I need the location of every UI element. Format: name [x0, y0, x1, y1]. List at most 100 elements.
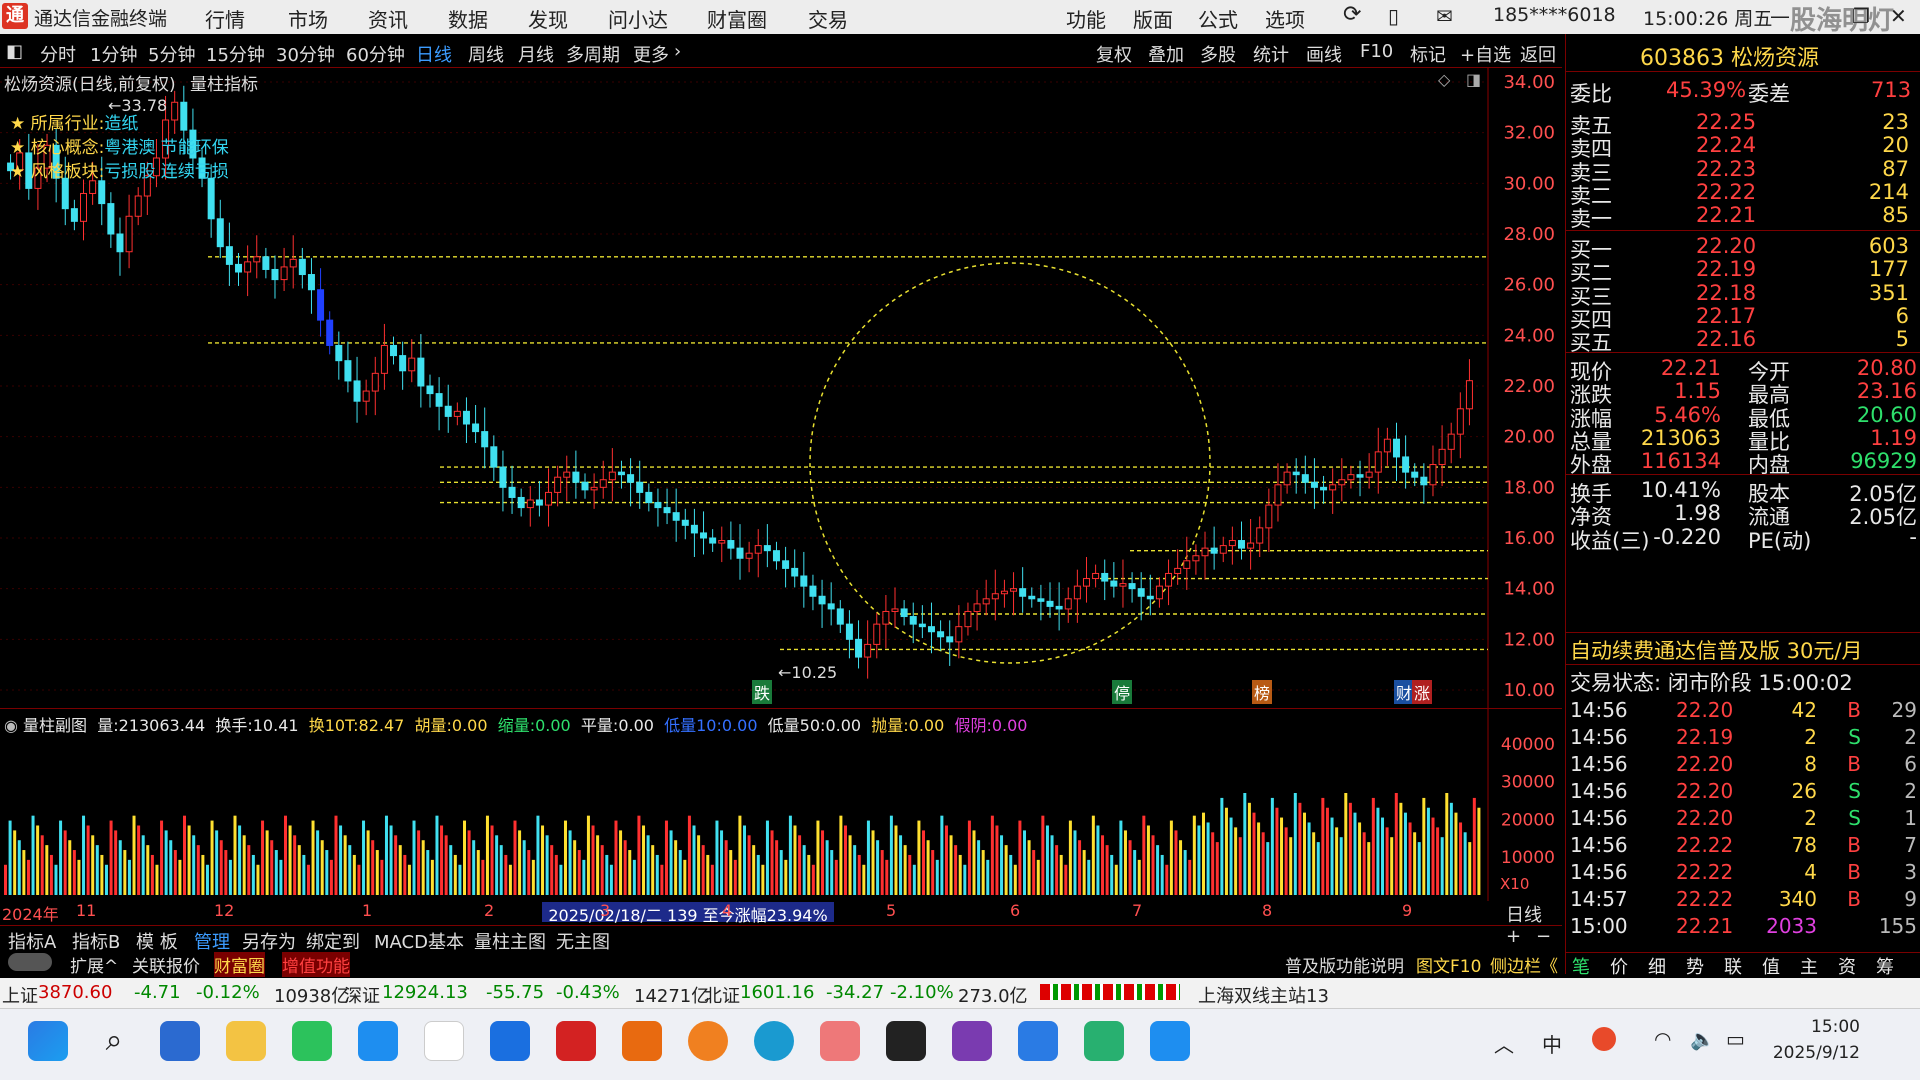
toolbar-button[interactable]: 返回 — [1520, 41, 1556, 67]
toolbar-button[interactable]: +自选 — [1460, 41, 1511, 67]
tab-wealth-circle[interactable]: 财富圈 — [214, 952, 265, 977]
menu-formula[interactable]: 公式 — [1198, 4, 1238, 33]
tab-link[interactable]: 联 — [1724, 953, 1742, 979]
menu-wealth[interactable]: 财富圈 — [707, 4, 767, 33]
period-tab[interactable]: 分时 — [40, 41, 76, 67]
menu-discover[interactable]: 发现 — [528, 4, 568, 33]
toolbar-button[interactable]: 复权 — [1096, 41, 1132, 67]
taskbar-date[interactable]: 2025/9/12 — [1770, 1043, 1860, 1063]
tdx-app-icon[interactable] — [556, 1021, 596, 1061]
ime-indicator[interactable]: 中 — [1542, 1029, 1562, 1058]
sz-label[interactable]: 深证 — [344, 982, 380, 1008]
menu-ask[interactable]: 问小达 — [608, 4, 668, 33]
toolbar-button[interactable]: 统计 — [1253, 41, 1289, 67]
battery-icon[interactable]: ▭ — [1726, 1027, 1745, 1051]
edge-browser-icon[interactable] — [754, 1021, 794, 1061]
taskbar-app-icon[interactable] — [1084, 1021, 1124, 1061]
menu-market[interactable]: 市场 — [288, 4, 328, 33]
period-tab-active[interactable]: 日线 — [416, 41, 452, 67]
volume-muted-icon[interactable]: 🔈 — [1690, 1027, 1715, 1051]
event-label[interactable]: 停 — [1112, 680, 1133, 704]
menu-options[interactable]: 选项 — [1265, 4, 1305, 33]
taskbar-app-icon[interactable] — [622, 1021, 662, 1061]
taskbar-app-icon[interactable] — [424, 1021, 464, 1061]
tab-chips[interactable]: 筹 — [1876, 953, 1894, 979]
toggle-switch[interactable] — [8, 953, 52, 971]
toolbar-button[interactable]: 多股 — [1200, 41, 1236, 67]
taskbar-app-icon[interactable] — [160, 1021, 200, 1061]
taskbar-app-icon[interactable] — [688, 1021, 728, 1061]
event-label[interactable]: 涨 — [1412, 680, 1433, 704]
event-label[interactable]: 财 — [1394, 680, 1415, 704]
taskbar-time[interactable]: 15:00 — [1780, 1017, 1860, 1037]
refresh-icon[interactable]: ⟳ — [1343, 2, 1361, 27]
period-tab[interactable]: 30分钟 — [276, 41, 335, 67]
sidebar-toggle-icon[interactable]: ◧ — [6, 41, 23, 62]
volume-canvas[interactable]: 40000 30000 20000 10000 — [0, 709, 1562, 901]
diamond-icon[interactable]: ◇ — [1438, 70, 1450, 89]
onenote-icon[interactable] — [952, 1021, 992, 1061]
tab-trend[interactable]: 势 — [1686, 953, 1704, 979]
period-tab[interactable]: 月线 — [518, 41, 554, 67]
volume-pane[interactable]: 40000 30000 20000 10000 ◉ 量柱副图 量:213063.44 … — [0, 708, 1562, 925]
help-link[interactable]: 普及版功能说明 — [1285, 952, 1404, 977]
period-tab[interactable]: 1分钟 — [90, 41, 137, 67]
period-tab-more[interactable]: 更多 — [633, 41, 669, 67]
windows-start-icon[interactable] — [28, 1021, 68, 1061]
toolbar-button[interactable]: 画线 — [1306, 41, 1342, 67]
wifi-icon[interactable]: ◠ — [1654, 1027, 1671, 1051]
bottom-period[interactable]: 日线 — [1506, 901, 1542, 927]
minus-icon[interactable]: − — [1536, 926, 1551, 947]
file-explorer-icon[interactable] — [226, 1021, 266, 1061]
mail-icon[interactable]: ✉ — [1436, 4, 1453, 28]
sticky-notes-icon[interactable] — [886, 1021, 926, 1061]
menu-data[interactable]: 数据 — [448, 4, 488, 33]
bz-label[interactable]: 北证 — [704, 982, 740, 1008]
panel-icon[interactable]: ◨ — [1466, 70, 1481, 89]
menu-news[interactable]: 资讯 — [368, 4, 408, 33]
period-tab[interactable]: 5分钟 — [148, 41, 195, 67]
chevron-right-icon[interactable]: › — [674, 41, 681, 62]
sh-label[interactable]: 上证 — [2, 982, 38, 1008]
chevron-up-icon[interactable]: ︿ — [1494, 1029, 1514, 1058]
toolbar-button[interactable]: 叠加 — [1148, 41, 1184, 67]
server-station[interactable]: 上海双线主站13 — [1198, 982, 1329, 1008]
toolbar-button[interactable]: 标记 — [1410, 41, 1446, 67]
event-label[interactable]: 榜 — [1252, 680, 1273, 704]
todo-icon[interactable] — [1018, 1021, 1058, 1061]
chart-canvas[interactable]: 34.00 32.00 30.00 28.00 26.00 24.00 22.00 20.00… — [0, 68, 1562, 708]
period-tab[interactable]: 多周期 — [566, 41, 620, 67]
taskbar-app-icon[interactable] — [358, 1021, 398, 1061]
menu-quotes[interactable]: 行情 — [205, 4, 245, 33]
tab-related-quote[interactable]: 关联报价 — [132, 952, 200, 977]
wechat-icon[interactable] — [292, 1021, 332, 1061]
f10-link[interactable]: 图文F10 — [1416, 952, 1481, 977]
period-tab[interactable]: 15分钟 — [206, 41, 265, 67]
tab-premium[interactable]: 增值功能 — [282, 952, 350, 977]
tab-detail[interactable]: 细 — [1648, 953, 1666, 979]
maximize-icon[interactable]: ❐ — [1852, 4, 1870, 28]
tab-price[interactable]: 价 — [1610, 953, 1628, 979]
plus-icon[interactable]: + — [1506, 926, 1521, 947]
event-label[interactable]: 跌 — [752, 680, 773, 704]
tab-trades[interactable]: 笔 — [1572, 953, 1590, 979]
menu-trade[interactable]: 交易 — [808, 4, 848, 33]
taskbar-app-icon[interactable] — [490, 1021, 530, 1061]
candlestick-chart[interactable]: 34.00 32.00 30.00 28.00 26.00 24.00 22.00 20.00… — [0, 68, 1562, 708]
tab-fund[interactable]: 资 — [1838, 953, 1856, 979]
search-icon[interactable]: ⌕ — [94, 1021, 134, 1061]
sogou-icon[interactable] — [1592, 1027, 1616, 1051]
period-tab[interactable]: 周线 — [468, 41, 504, 67]
promo-bar[interactable]: 自动续费通达信普及版 30元/月 — [1566, 632, 1920, 663]
account-id[interactable]: 185****6018 — [1493, 4, 1616, 26]
taskbar-app-icon[interactable] — [1150, 1021, 1190, 1061]
period-tab[interactable]: 60分钟 — [346, 41, 405, 67]
toolbar-button[interactable]: F10 — [1360, 41, 1393, 62]
menu-layout[interactable]: 版面 — [1133, 4, 1173, 33]
close-icon[interactable]: ✕ — [1890, 4, 1907, 28]
phone-icon[interactable]: ▯ — [1388, 4, 1399, 28]
minimize-icon[interactable]: — — [1770, 4, 1790, 28]
tab-main[interactable]: 主 — [1800, 953, 1818, 979]
sidebar-link[interactable]: 侧边栏《 — [1490, 952, 1558, 977]
tab-value[interactable]: 值 — [1762, 953, 1780, 979]
